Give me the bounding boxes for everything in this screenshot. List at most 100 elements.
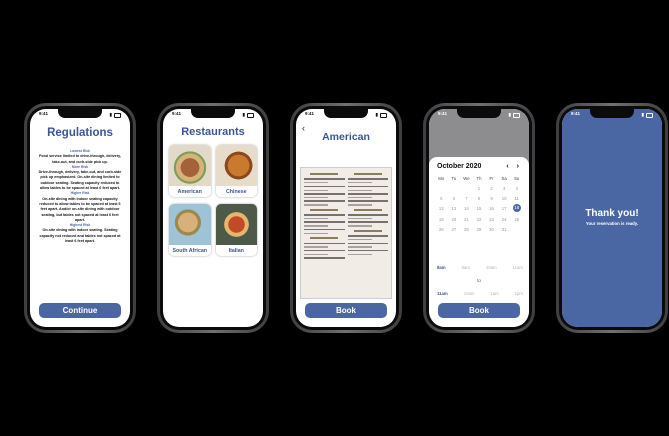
burger-image bbox=[169, 145, 211, 186]
calendar-day[interactable]: 18 bbox=[510, 204, 523, 212]
notch bbox=[58, 109, 102, 118]
south-african-food-image bbox=[169, 204, 211, 245]
calendar-day[interactable]: 23 bbox=[485, 217, 498, 222]
time-option[interactable]: 11am bbox=[437, 291, 448, 296]
calendar-day[interactable]: 24 bbox=[498, 217, 511, 222]
time-option[interactable]: 12am bbox=[464, 291, 475, 296]
time-option[interactable]: 1am bbox=[490, 291, 498, 296]
date-picker-sheet: October 2020 ‹ › Mo Tu We Th Fr Sa Su 1 2 3 4 5 6 7 8 9… bbox=[429, 157, 529, 327]
calendar-day[interactable]: 4 bbox=[510, 186, 523, 191]
calendar-day[interactable]: 20 bbox=[448, 217, 461, 222]
calendar-day[interactable]: 15 bbox=[473, 206, 486, 212]
status-time: 9:41 bbox=[39, 111, 49, 116]
time-option[interactable]: 11am bbox=[513, 265, 523, 270]
weekday-label: Su bbox=[514, 176, 520, 181]
page-title: American bbox=[322, 131, 370, 143]
calendar-day[interactable]: 8 bbox=[473, 196, 486, 201]
end-time-options: 11am 12am 1am 1pm bbox=[437, 291, 523, 296]
phone-thank-you: 9:41 ▮ Thank you! Your reservation is re… bbox=[556, 103, 668, 333]
phone-restaurants: 9:41 ▮ Restaurants American Chinese Sout… bbox=[157, 103, 269, 333]
calendar-day[interactable]: 31 bbox=[498, 227, 511, 232]
battery-icon bbox=[114, 112, 121, 118]
signal-icon: ▮ bbox=[242, 112, 245, 117]
status-time: 9:41 bbox=[172, 111, 182, 116]
calendar-day[interactable]: 2 bbox=[485, 186, 498, 191]
start-time-options: 8am 9am 10am 11am bbox=[437, 265, 523, 270]
calendar-day[interactable]: 3 bbox=[498, 186, 511, 191]
page-title: Restaurants bbox=[181, 126, 245, 138]
notch bbox=[191, 109, 235, 118]
restaurant-label: American bbox=[177, 188, 202, 195]
status-time: 9:41 bbox=[438, 111, 448, 116]
time-option[interactable]: 8am bbox=[437, 265, 446, 270]
risk-description: On-site dining with indoor seating. Seat… bbox=[39, 228, 121, 244]
signal-icon: ▮ bbox=[375, 112, 378, 117]
calendar-day[interactable]: 16 bbox=[485, 206, 498, 212]
calendar-day[interactable]: 13 bbox=[448, 206, 461, 212]
battery-icon bbox=[247, 112, 254, 118]
calendar-day bbox=[435, 186, 448, 191]
thank-you-subtitle: Your reservation is ready. bbox=[585, 221, 639, 226]
thank-you-title: Thank you! bbox=[585, 208, 639, 219]
calendar-day[interactable]: 21 bbox=[460, 217, 473, 222]
signal-icon: ▮ bbox=[508, 112, 511, 117]
time-option[interactable]: 10am bbox=[486, 265, 497, 270]
risk-description: Drive-through, delivery, take-out, and c… bbox=[38, 170, 122, 191]
weekday-label: Tu bbox=[451, 176, 457, 181]
calendar-day[interactable]: 27 bbox=[448, 227, 461, 232]
weekday-label: Th bbox=[476, 176, 482, 181]
calendar-day[interactable]: 5 bbox=[435, 196, 448, 201]
notch bbox=[590, 109, 634, 118]
restaurant-card-american[interactable]: American bbox=[169, 145, 211, 197]
signal-icon: ▮ bbox=[109, 112, 112, 117]
continue-button[interactable]: Continue bbox=[39, 303, 121, 318]
chinese-food-image bbox=[215, 145, 257, 186]
battery-icon bbox=[646, 112, 653, 118]
calendar-day[interactable]: 30 bbox=[485, 227, 498, 232]
time-option[interactable]: 1pm bbox=[515, 291, 523, 296]
calendar-day[interactable]: 12 bbox=[435, 206, 448, 212]
phone-calendar: 9:41 ▮ October 2020 ‹ › Mo Tu We Th Fr Sa Su 1 2… bbox=[423, 103, 535, 333]
phone-menu: 9:41 ▮ ‹ American Book bbox=[290, 103, 402, 333]
pasta-image bbox=[215, 204, 257, 245]
weekday-label: Sa bbox=[501, 176, 507, 181]
book-button[interactable]: Book bbox=[305, 303, 387, 318]
regulations-text: Lowest Risk Food service limited to driv… bbox=[37, 149, 123, 244]
restaurant-grid: American Chinese South African Italian bbox=[169, 145, 257, 256]
calendar-day[interactable]: 19 bbox=[435, 217, 448, 222]
calendar-day[interactable]: 14 bbox=[460, 206, 473, 212]
status-time: 9:41 bbox=[305, 111, 315, 116]
calendar-day[interactable]: 29 bbox=[473, 227, 486, 232]
calendar-day[interactable]: 22 bbox=[473, 217, 486, 222]
restaurant-label: South African bbox=[172, 247, 208, 254]
selected-day[interactable]: 18 bbox=[512, 204, 521, 212]
calendar-day[interactable]: 6 bbox=[448, 196, 461, 201]
calendar-day[interactable]: 10 bbox=[498, 196, 511, 201]
calendar-day[interactable]: 9 bbox=[485, 196, 498, 201]
calendar-day[interactable]: 26 bbox=[435, 227, 448, 232]
weekday-label: We bbox=[463, 176, 470, 181]
battery-icon bbox=[513, 112, 520, 118]
calendar-day[interactable]: 25 bbox=[510, 217, 523, 222]
calendar-day[interactable]: 28 bbox=[460, 227, 473, 232]
calendar-day[interactable]: 1 bbox=[473, 186, 486, 191]
page-title: Regulations bbox=[47, 127, 113, 139]
time-option[interactable]: 9am bbox=[462, 265, 470, 270]
calendar-day[interactable]: 7 bbox=[460, 196, 473, 201]
risk-description: Food service limited to drive-through, d… bbox=[39, 154, 121, 164]
restaurant-card-south-african[interactable]: South African bbox=[169, 204, 211, 256]
calendar-day[interactable]: 11 bbox=[510, 196, 523, 201]
restaurant-card-italian[interactable]: Italian bbox=[215, 204, 257, 256]
restaurant-label: Italian bbox=[228, 247, 244, 254]
calendar-day[interactable]: 17 bbox=[498, 206, 511, 212]
notch bbox=[324, 109, 368, 118]
showcase-background: 9:41 ▮ Regulations Lowest Risk Food serv… bbox=[7, 0, 669, 436]
weekday-label: Fr bbox=[489, 176, 494, 181]
notch bbox=[457, 109, 501, 118]
book-button[interactable]: Book bbox=[438, 303, 520, 318]
signal-icon: ▮ bbox=[641, 112, 644, 117]
month-nav-chevron-icon[interactable]: ‹ › bbox=[506, 163, 522, 170]
calendar-grid: Mo Tu We Th Fr Sa Su 1 2 3 4 5 6 7 8 9 10 11 12 13 14 15 16 17 1… bbox=[435, 176, 523, 237]
restaurant-label: Chinese bbox=[225, 188, 247, 195]
restaurant-card-chinese[interactable]: Chinese bbox=[215, 145, 257, 197]
